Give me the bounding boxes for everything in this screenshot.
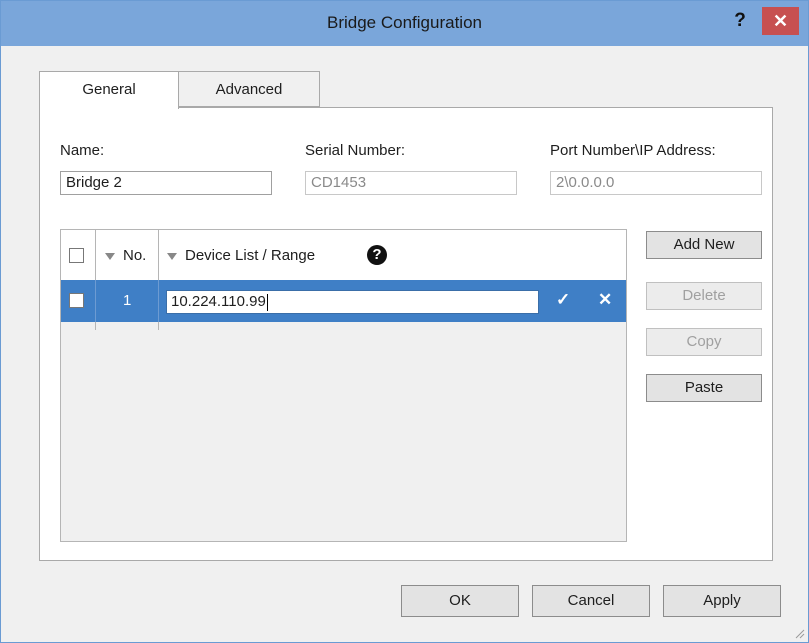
sort-triangle-icon[interactable]	[167, 253, 177, 260]
copy-button[interactable]: Copy	[646, 328, 762, 356]
ok-button[interactable]: OK	[401, 585, 519, 617]
grid-header: No. Device List / Range ?	[61, 230, 626, 330]
name-label: Name:	[60, 142, 105, 159]
help-button[interactable]: ?	[729, 10, 751, 36]
column-header-no[interactable]: No.	[123, 247, 146, 264]
tab-advanced[interactable]: Advanced	[178, 71, 320, 107]
cancel-x-icon[interactable]: ✕	[598, 290, 612, 310]
add-new-button[interactable]: Add New	[646, 231, 762, 259]
tab-general[interactable]: General	[39, 71, 179, 109]
close-button[interactable]: ✕	[762, 7, 799, 35]
close-icon: ✕	[772, 11, 789, 31]
apply-button[interactable]: Apply	[663, 585, 781, 617]
column-header-device[interactable]: Device List / Range	[185, 247, 315, 264]
delete-button[interactable]: Delete	[646, 282, 762, 310]
bridge-configuration-dialog: Bridge Configuration ? ✕ General Advance…	[0, 0, 809, 643]
device-range-input[interactable]: 10.224.110.99	[166, 290, 539, 314]
cancel-button[interactable]: Cancel	[532, 585, 650, 617]
text-caret	[266, 293, 268, 311]
select-all-checkbox[interactable]	[69, 248, 84, 263]
confirm-check-icon[interactable]: ✓	[556, 290, 570, 310]
serial-number-label: Serial Number:	[305, 142, 406, 159]
device-range-value: 10.224.110.99	[171, 293, 266, 310]
serial-number-field: CD1453	[305, 171, 517, 195]
dialog-title: Bridge Configuration	[327, 13, 482, 32]
resize-grip-icon[interactable]	[793, 627, 805, 639]
port-ip-label: Port Number\IP Address:	[550, 142, 716, 159]
row-number: 1	[123, 292, 132, 309]
table-row[interactable]: 1 10.224.110.99 ✓ ✕	[61, 280, 626, 322]
sort-triangle-icon[interactable]	[105, 253, 115, 260]
port-ip-field: 2\0.0.0.0	[550, 171, 762, 195]
row-checkbox[interactable]	[69, 293, 84, 308]
device-list-grid[interactable]: No. Device List / Range ? 1 10.224.110.9…	[60, 229, 627, 542]
title-bar[interactable]: Bridge Configuration ? ✕	[1, 1, 808, 46]
name-field[interactable]: Bridge 2	[60, 171, 272, 195]
paste-button[interactable]: Paste	[646, 374, 762, 402]
question-help-icon[interactable]: ?	[367, 245, 387, 265]
